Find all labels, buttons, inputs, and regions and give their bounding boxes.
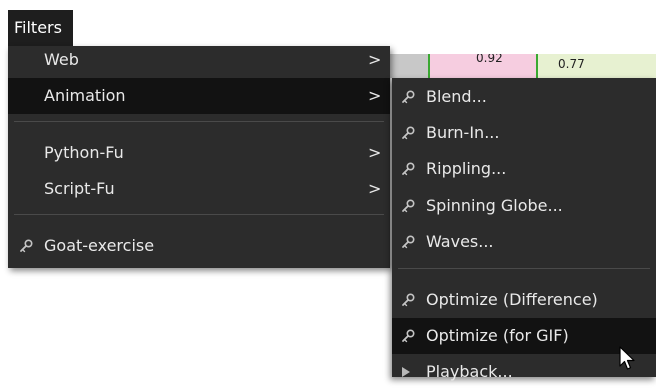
mouse-pointer-icon — [619, 346, 635, 370]
submenu-item-label: Playback... — [426, 362, 513, 381]
submenu-item-label: Burn-In... — [426, 123, 500, 142]
map-region-green — [538, 54, 656, 78]
submenu-arrow-icon: > — [368, 50, 382, 69]
submenu-item-spinning-globe[interactable]: Spinning Globe... — [392, 188, 656, 224]
submenu-item-playback[interactable]: Playback... — [392, 354, 656, 390]
submenu-item-label: Optimize (for GIF) — [426, 326, 569, 345]
submenu-item-rippling[interactable]: Rippling... — [392, 151, 656, 187]
menu-item-label: Script-Fu — [44, 179, 115, 198]
submenu-item-label: Waves... — [426, 232, 494, 251]
submenu-item-optimize-difference[interactable]: Optimize (Difference) — [392, 282, 656, 318]
submenu-item-label: Optimize (Difference) — [426, 290, 598, 309]
menu-separator — [398, 268, 650, 269]
menu-item-web[interactable]: Web > — [8, 42, 390, 78]
menu-item-animation[interactable]: Animation > — [8, 78, 390, 114]
submenu-item-label: Blend... — [426, 87, 487, 106]
map-region-gray — [388, 54, 428, 78]
menu-item-label: Python-Fu — [44, 143, 124, 162]
plugin-icon — [402, 293, 415, 307]
menu-item-script-fu[interactable]: Script-Fu > — [8, 171, 390, 207]
menu-item-label: Animation — [44, 86, 126, 105]
play-icon — [402, 367, 410, 377]
submenu-item-optimize-for-gif[interactable]: Optimize (for GIF) — [392, 318, 656, 354]
menu-item-label: Web — [44, 50, 79, 69]
menu-separator — [14, 121, 384, 122]
submenu-arrow-icon: > — [368, 86, 382, 105]
submenu-item-label: Rippling... — [426, 159, 507, 178]
plugin-icon — [402, 162, 415, 176]
plugin-icon — [402, 199, 415, 213]
animation-submenu: Blend... Burn-In... Rippling... Spinning… — [392, 78, 656, 381]
menu-separator — [14, 214, 384, 215]
filters-menu: Web > Animation > Python-Fu > Script-Fu … — [8, 46, 390, 268]
menu-item-goat-exercise[interactable]: Goat-exercise — [8, 228, 390, 264]
submenu-item-waves[interactable]: Waves... — [392, 224, 656, 260]
menubar-filters[interactable]: Filters — [8, 10, 73, 46]
plugin-icon — [402, 90, 415, 104]
submenu-arrow-icon: > — [368, 179, 382, 198]
menu-item-python-fu[interactable]: Python-Fu > — [8, 135, 390, 171]
submenu-item-blend[interactable]: Blend... — [392, 79, 656, 115]
map-border-line — [536, 54, 538, 78]
plugin-icon — [20, 239, 33, 253]
menu-item-label: Goat-exercise — [44, 236, 155, 255]
submenu-arrow-icon: > — [368, 143, 382, 162]
plugin-icon — [402, 126, 415, 140]
map-value-label: 0.77 — [558, 57, 585, 71]
map-canvas-background: 0.92 0.77 — [388, 54, 656, 78]
plugin-icon — [402, 235, 415, 249]
submenu-item-label: Spinning Globe... — [426, 196, 563, 215]
map-value-label: 0.92 — [476, 54, 503, 65]
map-border-line — [428, 54, 430, 78]
submenu-item-burn-in[interactable]: Burn-In... — [392, 115, 656, 151]
plugin-icon — [402, 329, 415, 343]
